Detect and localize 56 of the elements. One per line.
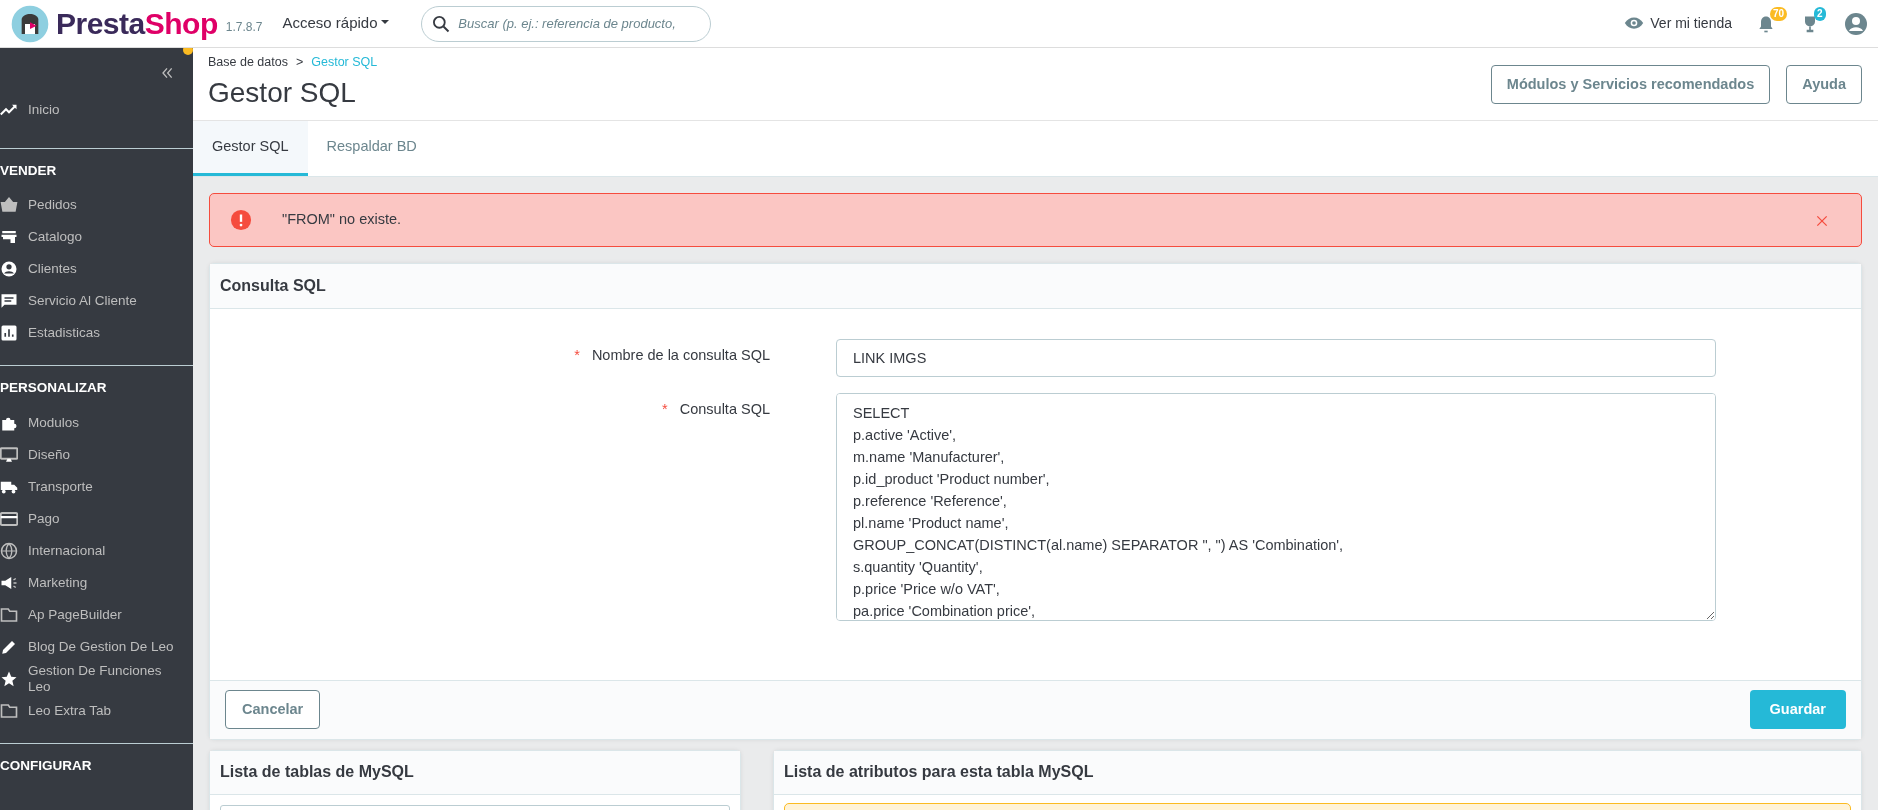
logo-text: PrestaShop bbox=[56, 6, 218, 42]
search-field[interactable]: Buscar (p. ej.: referencia de producto, bbox=[421, 5, 712, 42]
section-title: VENDER bbox=[0, 162, 58, 180]
view-store-link[interactable]: Ver mi tienda bbox=[1624, 13, 1732, 34]
user-icon bbox=[1844, 11, 1868, 36]
quick-access-dropdown[interactable]: Acceso rápido bbox=[282, 12, 390, 35]
globe-icon bbox=[0, 541, 18, 560]
input-field[interactable]: LINK IMGS bbox=[836, 339, 1716, 377]
breadcrumb-separator: > bbox=[295, 54, 304, 71]
section-title: CONFIGURAR bbox=[0, 756, 93, 775]
sidebar-item[interactable]: Blog De Gestion De Leo bbox=[0, 630, 193, 663]
toolbar-button[interactable]: Ayuda bbox=[1786, 65, 1862, 104]
close-icon bbox=[1815, 213, 1829, 228]
tab-icon bbox=[0, 605, 18, 624]
monitor-icon bbox=[0, 445, 18, 464]
toolbar-button[interactable]: Módulos y Servicios recomendados bbox=[1490, 65, 1771, 104]
panel-title: Lista de atributos para esta tabla MySQL bbox=[784, 762, 1094, 782]
breadcrumb-link[interactable]: Base de datos bbox=[208, 53, 288, 72]
sidebar-item[interactable]: Pedidos bbox=[0, 189, 193, 222]
field-label: Consulta SQL bbox=[679, 401, 770, 417]
sidebar-item[interactable]: Servicio Al Cliente bbox=[0, 285, 193, 318]
card-icon bbox=[0, 509, 18, 528]
page-title: Gestor SQL bbox=[208, 75, 356, 110]
sidebar-item[interactable]: Pago bbox=[0, 502, 193, 535]
error-icon bbox=[230, 209, 252, 231]
version-label: 1.7.8.7 bbox=[225, 18, 263, 36]
basket-icon bbox=[0, 196, 18, 215]
section-title: PERSONALIZAR bbox=[0, 379, 108, 398]
sidebar-item[interactable]: Modulos bbox=[0, 406, 193, 439]
sidebar-item[interactable]: Ap PageBuilder bbox=[0, 598, 193, 631]
notification-count-badge: 70 bbox=[1770, 7, 1788, 22]
sidebar-item[interactable]: Estadisticas bbox=[0, 317, 193, 350]
trophy-count-badge: 2 bbox=[1814, 7, 1826, 22]
sidebar-item[interactable]: Clientes bbox=[0, 253, 193, 286]
sidebar-item[interactable]: Diseño bbox=[0, 438, 193, 471]
panel-title: Consulta SQL bbox=[220, 276, 326, 296]
sidebar-item[interactable]: Internacional bbox=[0, 534, 193, 567]
alert-message: "FROM" no existe. bbox=[282, 210, 402, 230]
sidebar-item[interactable]: Transporte bbox=[0, 470, 193, 503]
tab-icon bbox=[0, 701, 18, 720]
sidebar-item[interactable]: Leo Extra Tab bbox=[0, 694, 193, 727]
logo-icon bbox=[10, 3, 50, 44]
cancel-button[interactable]: Cancelar bbox=[225, 690, 321, 729]
sidebar-item[interactable]: Gestion De Funciones Leo bbox=[0, 662, 193, 695]
sidebar-item[interactable]: Marketing bbox=[0, 566, 193, 599]
sidebar-item[interactable]: Inicio bbox=[0, 94, 193, 126]
panel-title: Lista de tablas de MySQL bbox=[220, 762, 414, 782]
sql-query-field[interactable]: SELECT p.active 'Active', m.name 'Manufacturer', p.id_product 'Product number', p.reference 'Reference', pl.name 'Product name', GROUP_CONCAT(DISTINCT(al.name) SEPARATOR ", ") AS 'Combination', s.quantity 'Quantity', p.price 'Price w/o VAT', pa.price 'Combination price', bbox=[836, 393, 1716, 621]
account-button[interactable] bbox=[1844, 11, 1868, 36]
tab[interactable]: Gestor SQL bbox=[193, 121, 308, 176]
required-mark: * bbox=[662, 401, 668, 417]
required-mark: * bbox=[574, 347, 580, 363]
status-dot bbox=[183, 48, 193, 55]
search-icon bbox=[431, 13, 452, 34]
field-label: Nombre de la consulta SQL bbox=[591, 347, 770, 363]
sidebar-item[interactable]: Catalogo bbox=[0, 221, 193, 254]
